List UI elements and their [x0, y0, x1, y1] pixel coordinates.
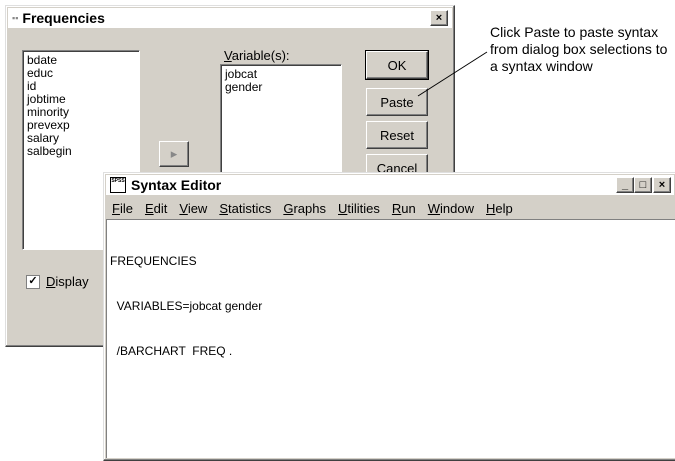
menu-bar: File Edit View Statistics Graphs Utiliti…	[106, 197, 675, 219]
menu-run[interactable]: Run	[386, 201, 422, 216]
checkbox-box[interactable]: ✓	[26, 274, 40, 289]
syntax-line: /BARCHART FREQ .	[110, 344, 233, 358]
reset-button[interactable]: Reset	[366, 121, 428, 149]
frequencies-titlebar[interactable]: ▪▪ Frequencies ×	[8, 8, 452, 28]
syntax-editor-window: SPSS Syntax Editor _ □ × File Edit View …	[103, 172, 675, 461]
menu-utilities[interactable]: Utilities	[332, 201, 386, 216]
paste-button[interactable]: Paste	[366, 88, 428, 116]
spss-dialog-icon: ▪▪	[12, 13, 19, 23]
check-mark-icon: ✓	[28, 275, 38, 287]
menu-statistics[interactable]: Statistics	[213, 201, 277, 216]
menu-edit[interactable]: Edit	[139, 201, 173, 216]
dialog-title: Frequencies	[22, 10, 105, 26]
right-arrow-icon: ▸	[170, 146, 178, 161]
maximize-button[interactable]: □	[634, 177, 652, 193]
syntax-line: FREQUENCIES	[110, 254, 197, 268]
list-item[interactable]: salbegin	[27, 145, 135, 158]
callout-text: Click Paste to paste syntax from dialog …	[490, 24, 668, 74]
menu-view[interactable]: View	[173, 201, 213, 216]
variables-label: Variable(s):	[224, 48, 290, 63]
minimize-button[interactable]: _	[616, 177, 634, 193]
display-label: Display	[46, 274, 89, 289]
move-variable-button[interactable]: ▸	[159, 141, 189, 167]
menu-window[interactable]: Window	[422, 201, 480, 216]
close-button[interactable]: ×	[430, 10, 448, 26]
list-item[interactable]: gender	[225, 81, 337, 94]
syntax-line: VARIABLES=jobcat gender	[110, 299, 263, 313]
ok-button[interactable]: OK	[365, 50, 429, 80]
syntax-editor-titlebar[interactable]: SPSS Syntax Editor _ □ ×	[106, 175, 674, 195]
display-checkbox[interactable]: ✓ Display	[26, 274, 89, 289]
menu-graphs[interactable]: Graphs	[277, 201, 332, 216]
syntax-text-area[interactable]: FREQUENCIES VARIABLES=jobcat gender /BAR…	[106, 219, 675, 458]
list-item[interactable]: educ	[27, 67, 135, 80]
close-button[interactable]: ×	[653, 177, 671, 193]
window-title: Syntax Editor	[131, 177, 222, 193]
menu-file[interactable]: File	[106, 201, 139, 216]
menu-help[interactable]: Help	[480, 201, 519, 216]
spss-app-icon: SPSS	[110, 177, 126, 193]
